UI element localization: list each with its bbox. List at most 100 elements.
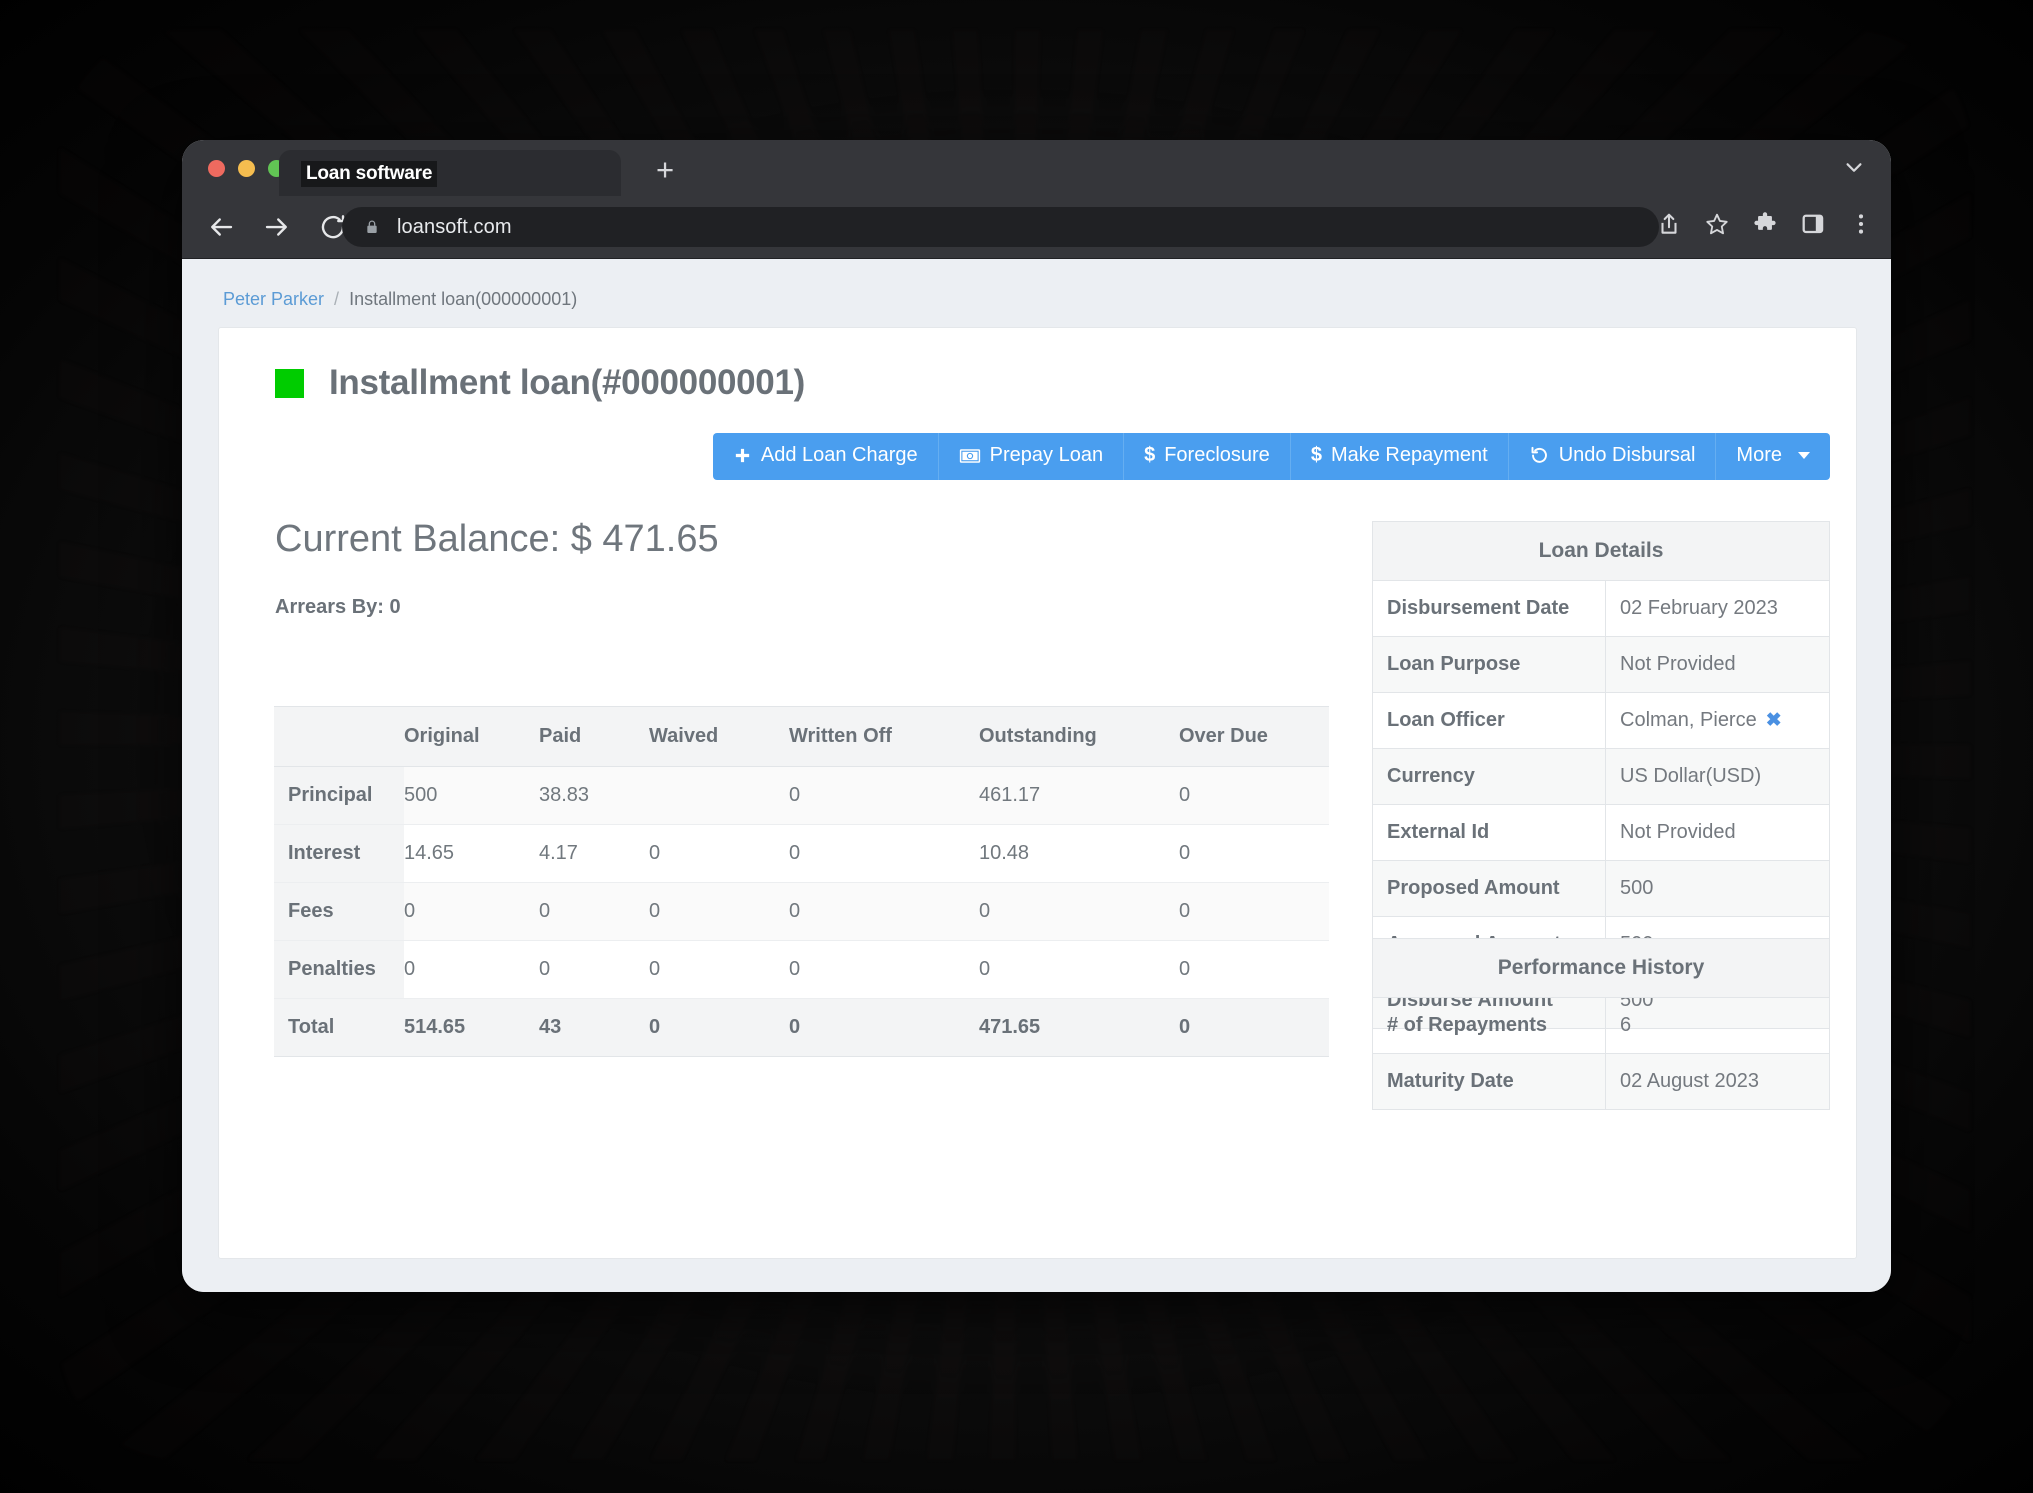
value-loan-officer: Colman, Pierce — [1620, 709, 1757, 731]
row-label-interest: Interest — [274, 825, 404, 883]
cell-total-written-off: 0 — [789, 999, 979, 1057]
remove-loan-officer-icon[interactable]: ✖ — [1766, 710, 1782, 731]
browser-tab-strip: Loan software + — [182, 140, 1891, 196]
page-title: Installment loan(#000000001) — [329, 363, 805, 403]
dollar-icon: $ — [1311, 444, 1322, 467]
performance-history-panel: Performance History # of Repayments 6 Ma… — [1372, 938, 1830, 1110]
prepay-loan-label: Prepay Loan — [990, 444, 1103, 467]
cell-total-waived: 0 — [649, 999, 789, 1057]
column-header-blank — [274, 707, 404, 767]
breadcrumb: Peter Parker / Installment loan(000000001) — [223, 289, 577, 310]
three-dot-menu-icon[interactable] — [1847, 210, 1875, 238]
make-repayment-button[interactable]: $ Make Repayment — [1291, 433, 1509, 480]
cell-penalties-original: 0 — [404, 941, 539, 999]
cell-principal-written-off: 0 — [789, 767, 979, 825]
breadcrumb-current: Installment loan(000000001) — [349, 289, 577, 309]
desktop-background: Loan software + — [0, 0, 2033, 1493]
prepay-loan-button[interactable]: Prepay Loan — [939, 433, 1124, 480]
value-disbursement-date: 02 February 2023 — [1606, 581, 1830, 637]
puzzle-icon[interactable] — [1751, 210, 1779, 238]
side-panel-icon[interactable] — [1799, 210, 1827, 238]
cell-fees-paid: 0 — [539, 883, 649, 941]
value-maturity-date: 02 August 2023 — [1606, 1054, 1830, 1110]
value-loan-purpose: Not Provided — [1606, 637, 1830, 693]
loan-details-title: Loan Details — [1373, 522, 1830, 581]
label-loan-purpose: Loan Purpose — [1373, 637, 1606, 693]
undo-icon — [1529, 445, 1550, 466]
star-icon[interactable] — [1703, 210, 1731, 238]
browser-window: Loan software + — [182, 140, 1891, 1292]
label-maturity-date: Maturity Date — [1373, 1054, 1606, 1110]
cell-interest-waived: 0 — [649, 825, 789, 883]
foreclosure-button[interactable]: $ Foreclosure — [1124, 433, 1291, 480]
cell-total-original: 514.65 — [404, 999, 539, 1057]
table-row: Principal 500 38.83 0 461.17 0 — [274, 767, 1329, 825]
value-external-id: Not Provided — [1606, 805, 1830, 861]
cell-fees-waived: 0 — [649, 883, 789, 941]
cell-interest-over-due: 0 — [1179, 825, 1329, 883]
page-header: Installment loan(#000000001) — [275, 363, 805, 403]
cell-total-outstanding: 471.65 — [979, 999, 1179, 1057]
loan-summary-table: Original Paid Waived Written Off Outstan… — [274, 706, 1329, 1057]
page-viewport: Peter Parker / Installment loan(000000001)… — [182, 259, 1891, 1292]
cell-penalties-written-off: 0 — [789, 941, 979, 999]
table-row: Fees 0 0 0 0 0 0 — [274, 883, 1329, 941]
cell-penalties-outstanding: 0 — [979, 941, 1179, 999]
back-arrow-icon[interactable] — [204, 210, 238, 244]
browser-toolbar: loansoft.com — [182, 196, 1891, 259]
close-window-button[interactable] — [208, 160, 225, 177]
dollar-icon: $ — [1144, 444, 1155, 467]
breadcrumb-separator: / — [334, 289, 339, 309]
column-header-outstanding: Outstanding — [979, 707, 1179, 767]
cell-principal-paid: 38.83 — [539, 767, 649, 825]
cell-total-over-due: 0 — [1179, 999, 1329, 1057]
cell-fees-outstanding: 0 — [979, 883, 1179, 941]
new-tab-button[interactable]: + — [648, 154, 682, 188]
cell-fees-over-due: 0 — [1179, 883, 1329, 941]
plus-icon — [733, 446, 752, 465]
table-header-row: Original Paid Waived Written Off Outstan… — [274, 707, 1329, 767]
share-icon[interactable] — [1655, 210, 1683, 238]
value-loan-officer-cell: Colman, Pierce ✖ — [1606, 693, 1830, 749]
more-dropdown-button[interactable]: More — [1716, 433, 1830, 480]
cell-principal-over-due: 0 — [1179, 767, 1329, 825]
performance-history-title: Performance History — [1373, 939, 1830, 998]
minimize-window-button[interactable] — [238, 160, 255, 177]
cell-penalties-paid: 0 — [539, 941, 649, 999]
cell-fees-written-off: 0 — [789, 883, 979, 941]
address-bar[interactable]: loansoft.com — [342, 207, 1659, 247]
label-loan-officer: Loan Officer — [1373, 693, 1606, 749]
value-proposed-amount: 500 — [1606, 861, 1830, 917]
table-row-total: Total 514.65 43 0 0 471.65 0 — [274, 999, 1329, 1057]
url-text: loansoft.com — [397, 216, 512, 239]
browser-tab[interactable]: Loan software — [279, 150, 621, 196]
make-repayment-label: Make Repayment — [1331, 444, 1488, 467]
cell-fees-original: 0 — [404, 883, 539, 941]
value-currency: US Dollar(USD) — [1606, 749, 1830, 805]
loan-details-row: Loan Purpose Not Provided — [1373, 637, 1830, 693]
add-loan-charge-button[interactable]: Add Loan Charge — [713, 433, 939, 480]
forward-arrow-icon[interactable] — [260, 210, 294, 244]
add-loan-charge-label: Add Loan Charge — [761, 444, 918, 467]
column-header-written-off: Written Off — [789, 707, 979, 767]
lock-icon — [364, 218, 380, 236]
breadcrumb-parent-link[interactable]: Peter Parker — [223, 289, 324, 309]
window-controls[interactable] — [208, 160, 285, 177]
column-header-over-due: Over Due — [1179, 707, 1329, 767]
cell-principal-waived — [649, 767, 789, 825]
foreclosure-label: Foreclosure — [1164, 444, 1270, 467]
money-bill-icon — [959, 447, 981, 465]
status-badge — [275, 369, 304, 398]
cell-interest-written-off: 0 — [789, 825, 979, 883]
arrears-label: Arrears By: 0 — [275, 596, 401, 619]
undo-disbursal-button[interactable]: Undo Disbursal — [1509, 433, 1717, 480]
chevron-down-icon[interactable] — [1839, 157, 1869, 179]
loan-details-row: External Id Not Provided — [1373, 805, 1830, 861]
label-num-repayments: # of Repayments — [1373, 998, 1606, 1054]
table-row: Penalties 0 0 0 0 0 0 — [274, 941, 1329, 999]
loan-details-row: Currency US Dollar(USD) — [1373, 749, 1830, 805]
row-label-total: Total — [274, 999, 404, 1057]
cell-interest-original: 14.65 — [404, 825, 539, 883]
label-disbursement-date: Disbursement Date — [1373, 581, 1606, 637]
column-header-waived: Waived — [649, 707, 789, 767]
